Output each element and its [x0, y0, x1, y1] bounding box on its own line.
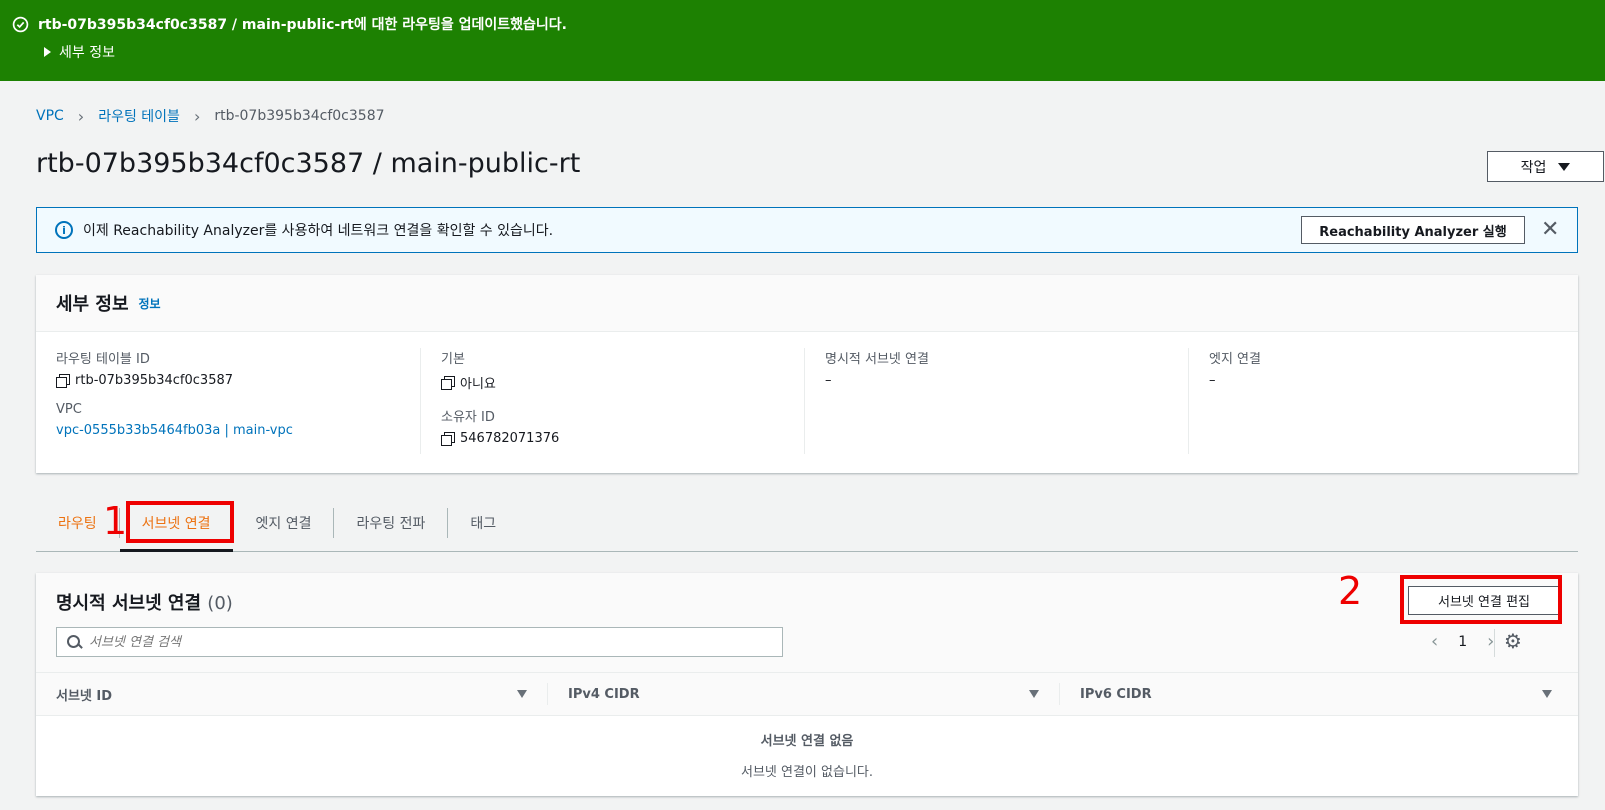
breadcrumb-current: rtb-07b395b34cf0c3587: [214, 108, 385, 124]
copy-icon[interactable]: [441, 432, 455, 446]
panel-title: 명시적 서브넷 연결 (0): [56, 593, 233, 614]
flash-details-toggle[interactable]: 세부 정보: [44, 42, 1593, 62]
details-title: 세부 정보: [56, 294, 129, 315]
search-input[interactable]: [89, 634, 689, 650]
tab-tags[interactable]: 태그: [447, 507, 518, 538]
details-column-2: 기본 아니요 소유자 ID 546782071376: [420, 348, 804, 454]
tab-bar: 라우팅 서브넷 연결 엣지 연결 라우팅 전파 태그: [36, 494, 1578, 552]
info-icon: i: [55, 221, 73, 239]
vpc-link[interactable]: vpc-0555b33b5464fb03a | main-vpc: [56, 423, 400, 438]
table-header-row: 서브넷 ID IPv4 CIDR IPv6 CIDR: [36, 673, 1578, 716]
sort-icon[interactable]: [517, 690, 527, 698]
gear-icon[interactable]: ⚙: [1504, 629, 1522, 653]
highlight-box-edit-button: [1400, 575, 1562, 624]
pagination: ‹ 1 ›: [1431, 631, 1494, 652]
column-header-ipv4-cidr[interactable]: IPv4 CIDR: [548, 683, 1060, 705]
annotation-2: 2: [1338, 569, 1363, 613]
page-title: rtb-07b395b34cf0c3587 / main-public-rt: [36, 148, 581, 179]
details-column-3: 명시적 서브넷 연결 –: [804, 348, 1188, 454]
search-icon: [67, 635, 81, 649]
column-header-ipv6-cidr[interactable]: IPv6 CIDR: [1060, 683, 1572, 705]
main-value: 아니요: [460, 377, 496, 392]
divider: [1494, 629, 1495, 657]
owner-id-label: 소유자 ID: [441, 410, 495, 425]
edge-association-value: –: [1209, 373, 1216, 388]
annotation-1: 1: [103, 499, 128, 543]
success-flash-banner: rtb-07b395b34cf0c3587 / main-public-rt에 …: [0, 0, 1605, 81]
sort-icon[interactable]: [1029, 690, 1039, 698]
info-link[interactable]: 정보: [139, 295, 161, 312]
close-icon[interactable]: ✕: [1541, 217, 1559, 242]
info-alert-text: 이제 Reachability Analyzer를 사용하여 네트워크 연결을 …: [83, 223, 554, 239]
highlight-box-tab: [126, 501, 234, 543]
details-column-1: 라우팅 테이블 ID rtb-07b395b34cf0c3587 VPC vpc…: [36, 348, 420, 454]
route-table-id-value: rtb-07b395b34cf0c3587: [75, 373, 234, 388]
current-page[interactable]: 1: [1458, 634, 1467, 650]
empty-state-title: 서브넷 연결 없음: [760, 734, 854, 749]
tab-route-propagation[interactable]: 라우팅 전파: [333, 507, 447, 538]
sort-icon[interactable]: [1542, 690, 1552, 698]
explicit-subnet-value: –: [825, 373, 832, 388]
actions-label: 작업: [1520, 159, 1547, 176]
breadcrumb-vpc[interactable]: VPC: [36, 108, 64, 124]
explicit-subnet-label: 명시적 서브넷 연결: [825, 352, 929, 367]
details-column-4: 엣지 연결 –: [1188, 348, 1572, 454]
caret-right-icon: [44, 47, 51, 57]
panel-count: (0): [207, 593, 233, 614]
check-circle-icon: [12, 16, 29, 32]
caret-down-icon: [1558, 162, 1571, 171]
owner-id-value: 546782071376: [460, 431, 560, 446]
info-alert: i 이제 Reachability Analyzer를 사용하여 네트워크 연결…: [36, 207, 1578, 253]
empty-state-text: 서브넷 연결이 없습니다.: [741, 765, 873, 780]
copy-icon[interactable]: [56, 374, 70, 388]
edge-association-label: 엣지 연결: [1209, 352, 1261, 367]
reachability-analyzer-button[interactable]: Reachability Analyzer 실행: [1301, 216, 1525, 244]
chevron-left-icon[interactable]: ‹: [1431, 631, 1438, 652]
main-label: 기본: [441, 352, 465, 367]
details-panel: 세부 정보 정보 라우팅 테이블 ID rtb-07b395b34cf0c358…: [36, 275, 1578, 473]
search-box[interactable]: [56, 627, 783, 657]
copy-icon[interactable]: [441, 376, 455, 390]
actions-dropdown-button[interactable]: 작업: [1487, 151, 1604, 182]
breadcrumb: VPC › 라우팅 테이블 › rtb-07b395b34cf0c3587: [36, 106, 385, 126]
column-header-subnet-id[interactable]: 서브넷 ID: [36, 683, 548, 705]
vpc-label: VPC: [56, 402, 82, 417]
empty-state: 서브넷 연결 없음 서브넷 연결이 없습니다.: [36, 716, 1578, 780]
flash-message: rtb-07b395b34cf0c3587 / main-public-rt에 …: [38, 17, 567, 33]
route-table-id-label: 라우팅 테이블 ID: [56, 352, 150, 367]
chevron-right-icon: ›: [77, 106, 85, 126]
flash-details-label: 세부 정보: [59, 45, 115, 61]
tab-edge-associations[interactable]: 엣지 연결: [232, 507, 334, 538]
breadcrumb-route-tables[interactable]: 라우팅 테이블: [98, 106, 180, 126]
chevron-right-icon: ›: [193, 106, 201, 126]
